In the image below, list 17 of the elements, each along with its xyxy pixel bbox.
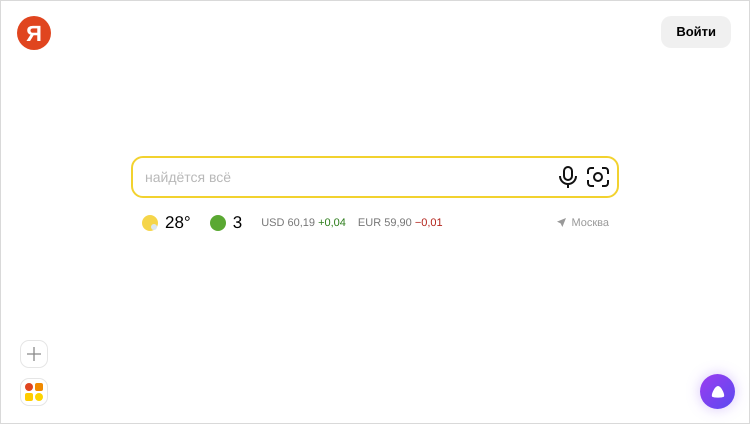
assistant-button[interactable] (700, 374, 735, 409)
traffic-score[interactable]: 3 (232, 210, 242, 236)
traffic-icon[interactable] (208, 214, 227, 232)
plus-icon (27, 347, 41, 361)
exchange-rate[interactable]: USD 60,19 +0,04 (261, 214, 346, 231)
add-button[interactable] (20, 340, 48, 368)
location-arrow-icon (557, 218, 566, 228)
temperature[interactable]: 28° (165, 210, 191, 236)
microphone-icon[interactable] (559, 166, 577, 188)
login-button[interactable]: Войти (661, 16, 731, 48)
apps-button[interactable] (20, 378, 48, 406)
exchange-rate[interactable]: EUR 59,90 −0,01 (358, 214, 443, 231)
logo[interactable]: Я (17, 16, 51, 50)
search-field[interactable]: найдётся всё (131, 156, 619, 198)
app-grid-icon (24, 382, 44, 402)
camera-icon[interactable] (587, 167, 609, 187)
assistant-icon (710, 386, 724, 398)
